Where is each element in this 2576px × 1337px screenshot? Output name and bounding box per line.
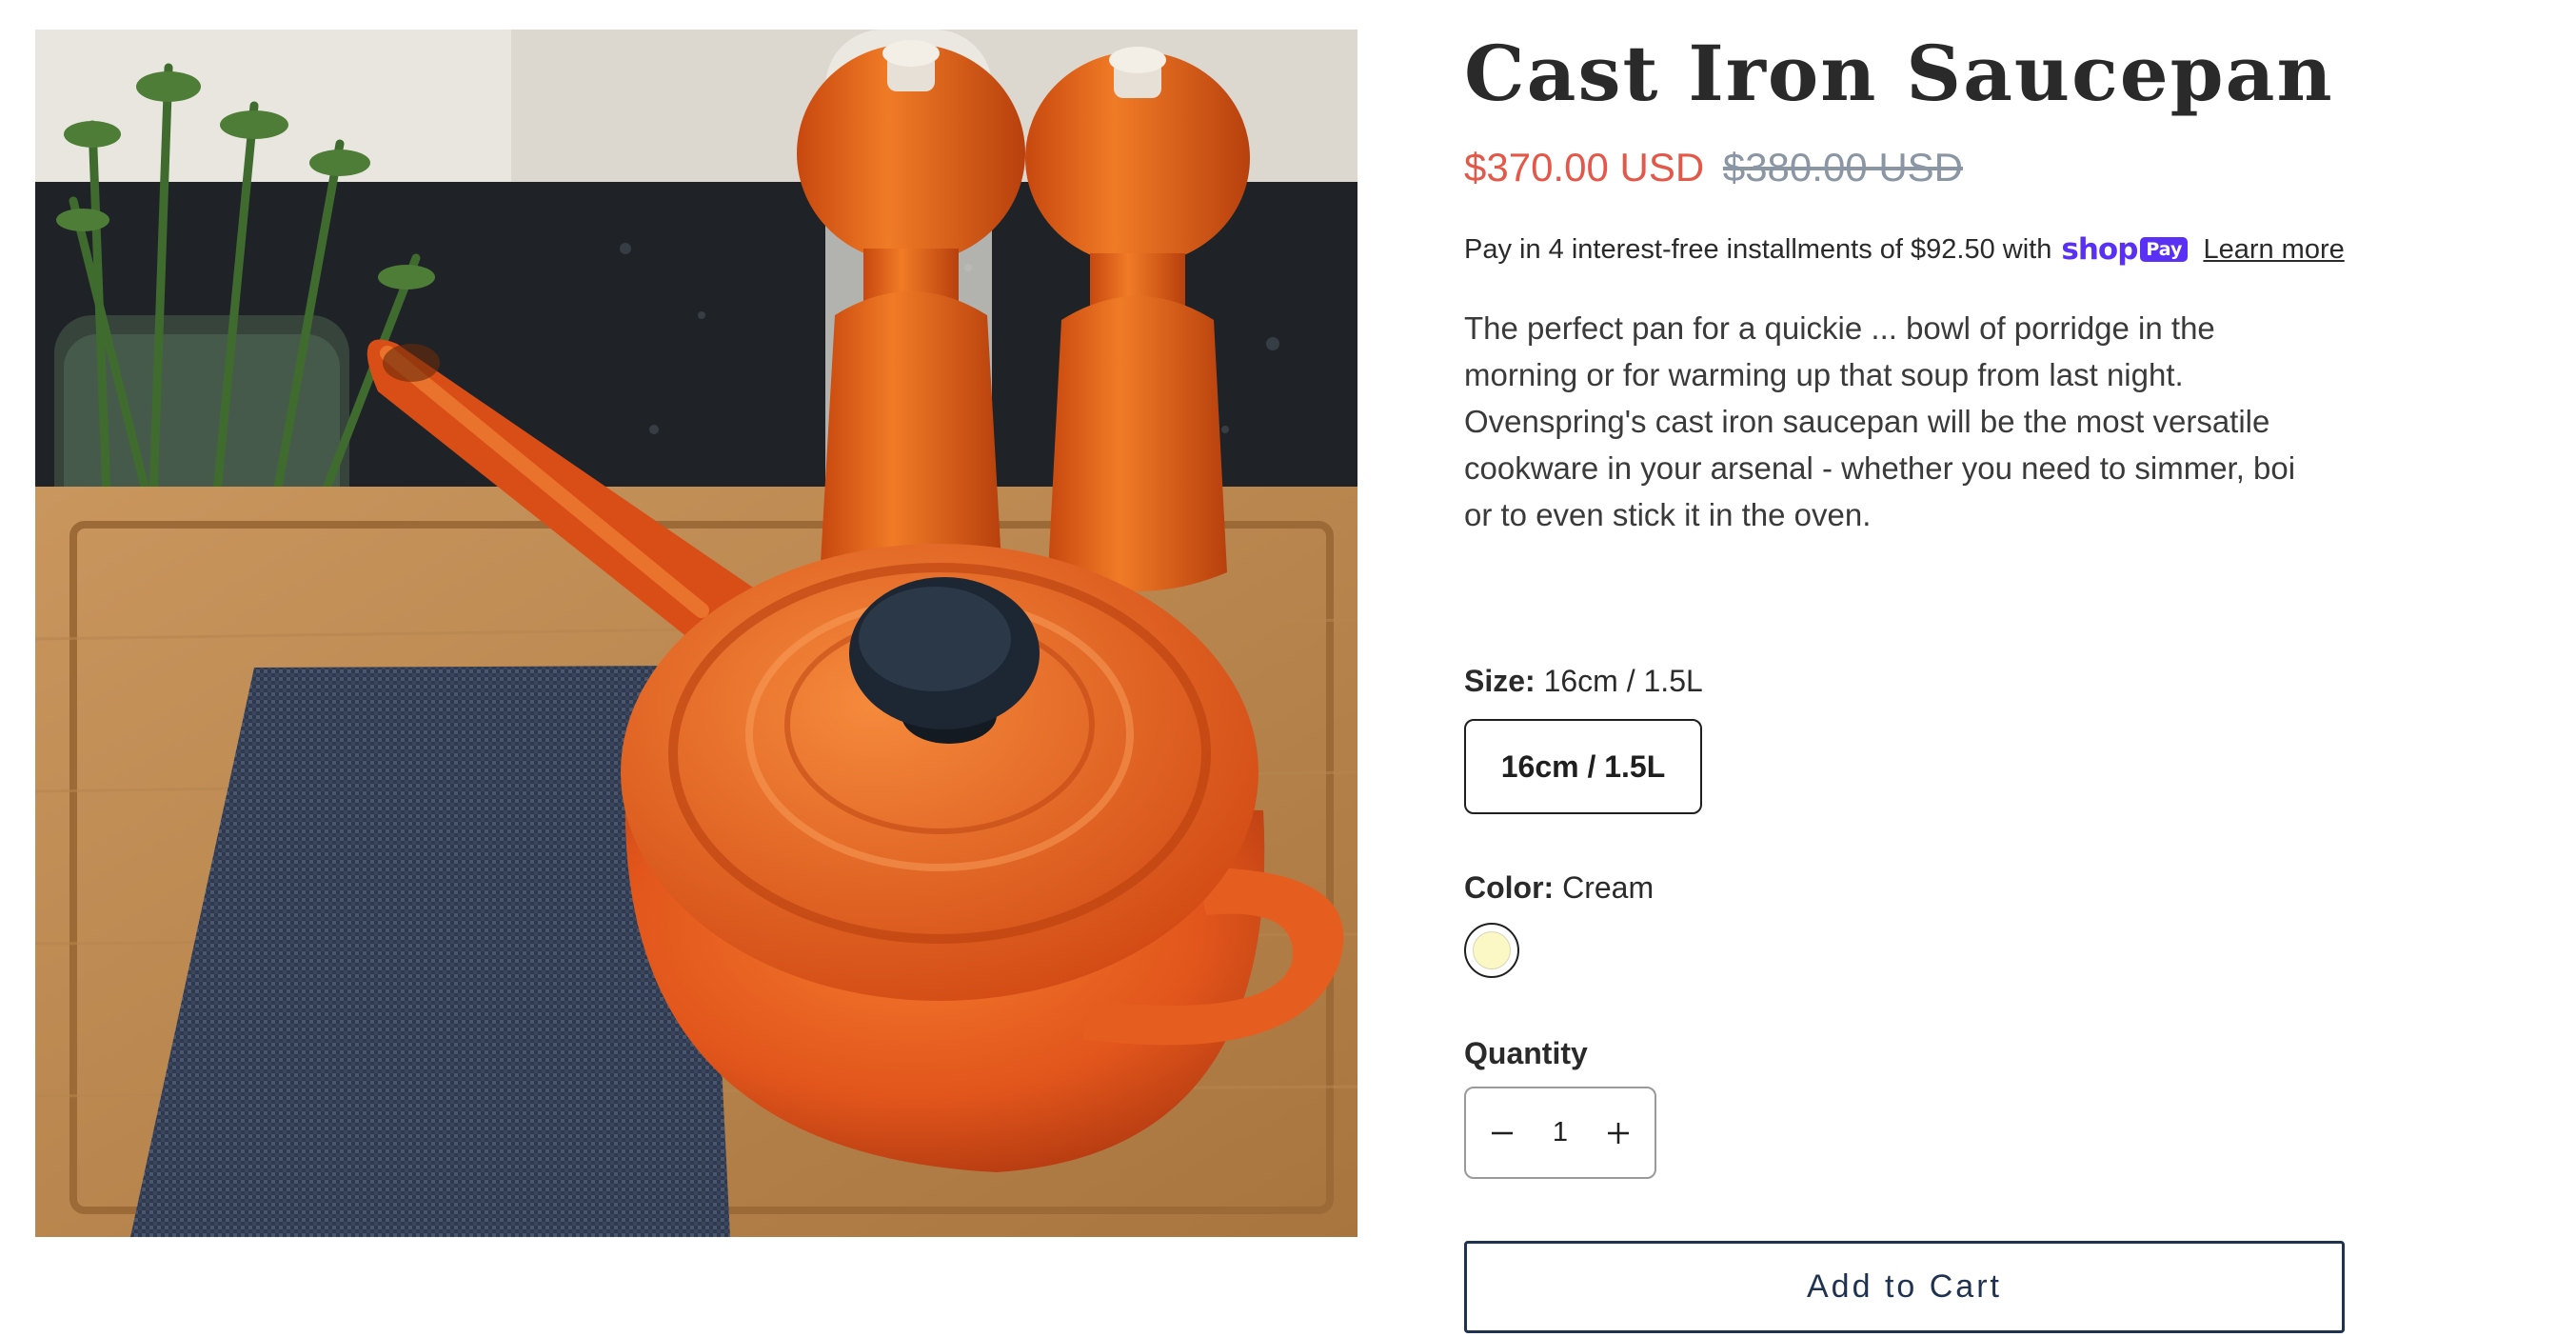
quantity-decrease-button[interactable]	[1483, 1114, 1521, 1152]
learn-more-link[interactable]: Learn more	[2203, 234, 2344, 266]
quantity-stepper: 1	[1464, 1087, 1656, 1179]
shop-pay-wordmark: shop	[2061, 232, 2138, 267]
color-option-label: Color: Cream	[1464, 870, 1654, 906]
minus-icon	[1492, 1131, 1513, 1134]
swatch-fill	[1473, 931, 1511, 969]
color-label: Color:	[1464, 870, 1555, 905]
shop-pay-badge: Pay	[2140, 237, 2189, 262]
quantity-increase-button[interactable]	[1599, 1114, 1637, 1152]
quantity-input[interactable]: 1	[1536, 1117, 1584, 1148]
size-label: Size:	[1464, 664, 1536, 698]
product-photo	[35, 30, 1357, 1237]
product-description: The perfect pan for a quickie ... bowl o…	[1464, 310, 2296, 532]
shop-pay-installments: Pay in 4 interest-free installments of $…	[1464, 232, 2345, 267]
price-row: $370.00 USD $380.00 USD	[1464, 145, 1963, 190]
product-page: Cast Iron Saucepan $370.00 USD $380.00 U…	[0, 0, 2576, 1337]
size-selected-value: 16cm / 1.5L	[1543, 664, 1703, 698]
add-to-cart-button[interactable]: Add to Cart	[1464, 1241, 2345, 1333]
compare-at-price: $380.00 USD	[1722, 145, 1964, 190]
sale-price: $370.00 USD	[1464, 145, 1705, 190]
installments-text: Pay in 4 interest-free installments of $…	[1464, 233, 2052, 265]
quantity-label: Quantity	[1464, 1036, 1588, 1070]
size-option-label: Size: 16cm / 1.5L	[1464, 664, 1703, 699]
size-option-16cm[interactable]: 16cm / 1.5L	[1464, 719, 1702, 814]
product-title: Cast Iron Saucepan	[1464, 29, 2334, 118]
color-swatch-cream[interactable]	[1464, 923, 1519, 978]
product-image[interactable]	[35, 30, 1357, 1237]
color-selected-value: Cream	[1562, 870, 1655, 905]
shop-pay-logo: shop Pay	[2061, 232, 2189, 267]
plus-icon	[1608, 1122, 1629, 1144]
